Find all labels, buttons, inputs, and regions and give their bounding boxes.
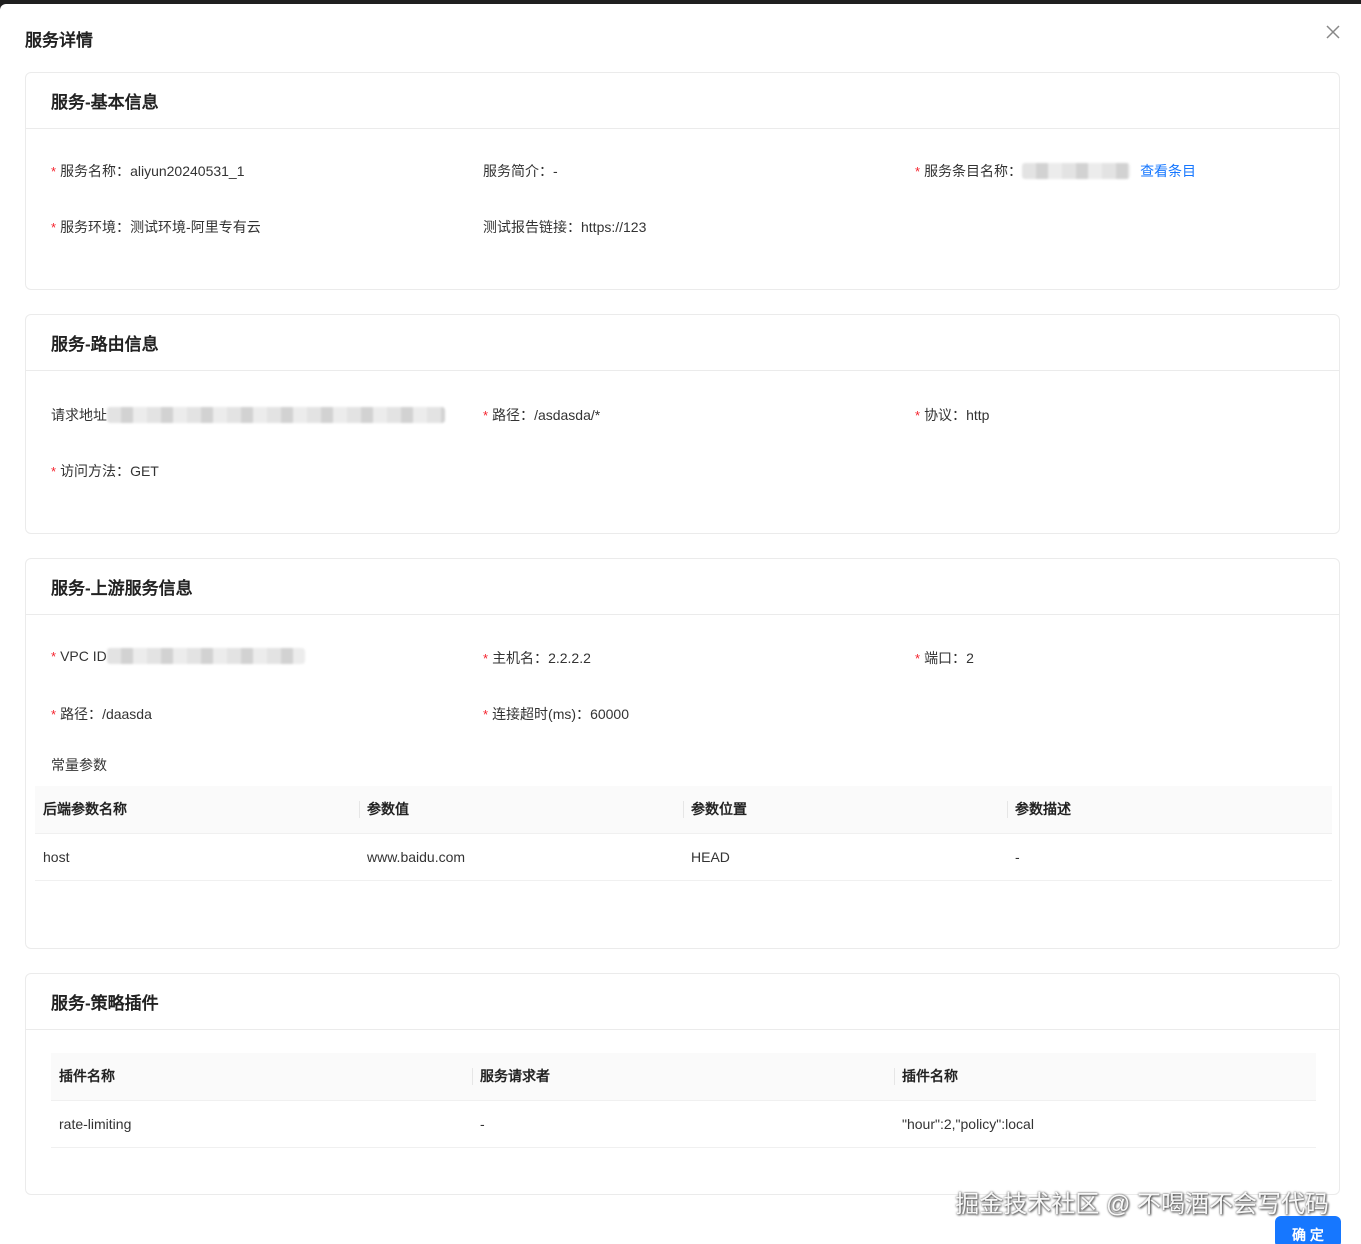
table-header-row: 后端参数名称 参数值 参数位置 参数描述 [35,786,1332,834]
table-cell: - [1007,833,1332,881]
connect-timeout-field: * 连接超时(ms)： 60000 [483,704,629,724]
card-title: 服务-基本信息 [51,93,159,112]
redacted-value [106,648,305,664]
field-value: aliyun20240531_1 [130,163,245,179]
table-cell: HEAD [683,833,1007,881]
table-row: host www.baidu.com HEAD - [35,833,1332,881]
field-value: 60000 [590,706,629,722]
constant-params-label: 常量参数 [51,757,107,773]
vpc-id-field: * VPC ID [51,648,305,664]
required-mark: * [51,463,57,479]
field-label: 连接超时(ms)： [492,706,591,722]
field-value: http [966,407,990,423]
field-value: GET [130,463,159,479]
service-env-field: * 服务环境： 测试环境-阿里专有云 [51,217,261,237]
card-header: 服务-上游服务信息 [26,559,1339,615]
required-mark: * [915,650,921,666]
service-name-field: * 服务名称： aliyun20240531_1 [51,161,245,181]
route-path-field: * 路径： /asdasda/* [483,405,600,425]
close-icon[interactable] [1323,22,1343,42]
table-cell: www.baidu.com [359,833,683,881]
field-value: - [553,163,558,179]
card-title: 服务-策略插件 [51,994,159,1013]
card-header: 服务-路由信息 [26,315,1339,371]
table-cell: rate-limiting [51,1100,472,1148]
watermark: 掘金技术社区 @ 不喝酒不会写代码 [955,1191,1329,1218]
field-label: 请求地址 [51,407,107,423]
redacted-value [107,407,445,423]
table-header-row: 插件名称 服务请求者 插件名称 [51,1053,1316,1101]
column-header: 插件名称 [894,1053,1316,1101]
column-header: 参数位置 [683,786,1007,834]
upstream-path-field: * 路径： /daasda [51,704,152,724]
required-mark: * [915,163,921,179]
modal-title: 服务详情 [25,31,93,50]
field-value: /asdasda/* [534,407,601,423]
column-header: 后端参数名称 [35,786,359,834]
required-mark: * [915,407,921,423]
basic-info-card: 服务-基本信息 * 服务名称： aliyun20240531_1 服务简介： -… [25,72,1340,290]
required-mark: * [483,407,489,423]
strategy-plugins-card: 服务-策略插件 插件名称 服务请求者 插件名称 rate-limiting - … [25,973,1340,1195]
field-label: VPC ID [60,648,107,664]
view-item-link[interactable]: 查看条目 [1140,161,1196,181]
required-mark: * [483,650,489,666]
field-value: 测试环境-阿里专有云 [130,219,261,235]
required-mark: * [51,219,57,235]
field-label: 路径： [60,706,103,722]
field-value: /daasda [102,706,152,722]
card-header: 服务-基本信息 [26,73,1339,129]
required-mark: * [483,706,489,722]
route-info-card: 服务-路由信息 请求地址 * 路径： /asdasda/* * 协议： http… [25,314,1340,534]
field-label: 服务名称： [60,163,131,179]
field-label: 路径： [492,407,535,423]
field-label: 服务环境： [60,219,131,235]
service-intro-field: 服务简介： - [483,161,558,181]
redacted-value [1022,163,1131,179]
request-address-field: 请求地址 [51,405,445,425]
table-cell: host [35,833,359,881]
required-mark: * [51,648,57,664]
table-cell: - [472,1100,894,1148]
table-row: rate-limiting - "hour":2,"policy":local [51,1100,1316,1148]
column-header: 参数描述 [1007,786,1332,834]
field-label: 端口： [924,650,967,666]
required-mark: * [51,706,57,722]
field-label: 协议： [924,407,967,423]
access-method-field: * 访问方法： GET [51,461,159,481]
field-value: 2 [966,650,974,666]
table-cell: "hour":2,"policy":local [894,1100,1316,1148]
plugins-table: 插件名称 服务请求者 插件名称 rate-limiting - "hour":2… [51,1053,1316,1148]
field-value: https://123 [581,219,647,235]
protocol-field: * 协议： http [915,405,989,425]
field-value: 2.2.2.2 [548,650,591,666]
constant-params-table: 后端参数名称 参数值 参数位置 参数描述 host www.baidu.com … [35,786,1332,881]
hostname-field: * 主机名： 2.2.2.2 [483,648,591,668]
field-label: 主机名： [492,650,549,666]
column-header: 参数值 [359,786,683,834]
service-detail-modal: 服务详情 服务-基本信息 * 服务名称： aliyun20240531_1 服务… [0,4,1361,1244]
field-label: 测试报告链接： [483,219,581,235]
column-header: 插件名称 [51,1053,472,1101]
field-label: 服务条目名称： [924,163,1023,179]
field-label: 访问方法： [60,463,131,479]
required-mark: * [51,163,57,179]
card-header: 服务-策略插件 [26,974,1339,1030]
ok-button[interactable]: 确 定 [1275,1216,1341,1244]
card-title: 服务-上游服务信息 [51,579,193,598]
card-title: 服务-路由信息 [51,335,159,354]
upstream-info-card: 服务-上游服务信息 * VPC ID * 主机名： 2.2.2.2 * 端口： … [25,558,1340,949]
field-label: 服务简介： [483,163,553,179]
service-item-field: * 服务条目名称： 查看条目 [915,161,1196,181]
column-header: 服务请求者 [472,1053,894,1101]
test-report-field: 测试报告链接： https://123 [483,217,646,237]
port-field: * 端口： 2 [915,648,974,668]
